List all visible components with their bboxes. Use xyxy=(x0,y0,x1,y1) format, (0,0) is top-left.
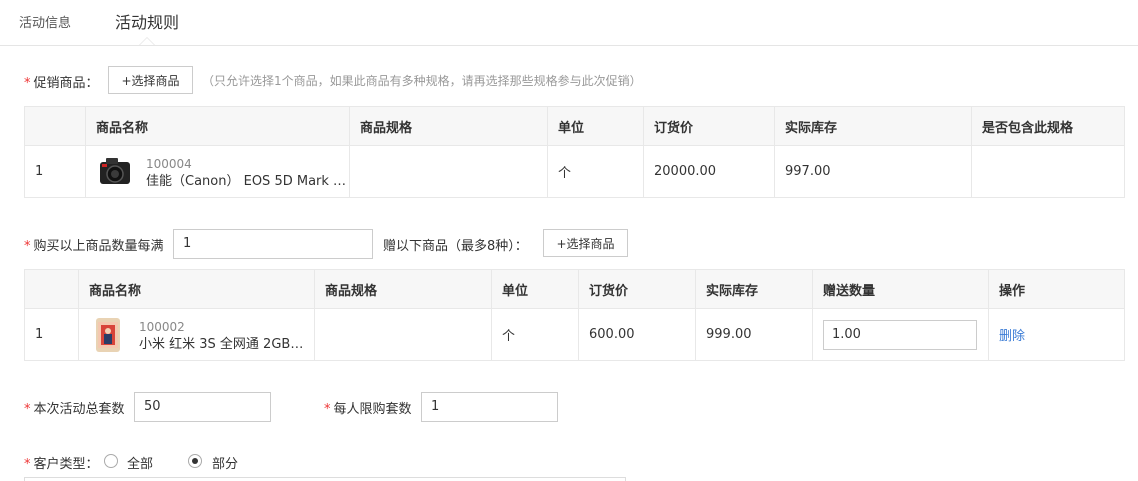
table-header-row: 商品名称 商品规格 单位 订货价 实际库存 赠送数量 操作 xyxy=(24,269,1125,309)
delete-link[interactable]: 删除 xyxy=(999,329,1025,344)
total-sets-label: * 本次活动总套数 xyxy=(24,402,125,417)
product-cell[interactable]: 100004 佳能（Canon） EOS 5D Mark … xyxy=(85,145,350,198)
column-header-stock: 实际库存 xyxy=(695,269,813,309)
radio-all[interactable] xyxy=(104,454,118,468)
product-code: 100002 xyxy=(139,319,185,334)
row-index: 1 xyxy=(24,308,79,361)
table-row: 1 100004 佳能（Canon） EOS 5D Mark … 个 20000… xyxy=(24,145,1125,198)
promo-products-hint: （只允许选择1个商品，如果此商品有多种规格，请再选择那些规格参与此次促销） xyxy=(202,74,642,88)
column-header-action: 操作 xyxy=(988,269,1125,309)
column-header-unit: 单位 xyxy=(491,269,579,309)
product-code: 100004 xyxy=(146,156,192,171)
promo-products-label: * 促销商品： xyxy=(24,76,99,91)
column-header-product-name: 商品名称 xyxy=(78,269,315,309)
active-tab-indicator xyxy=(139,37,155,45)
table-header-row: 商品名称 商品规格 单位 订货价 实际库存 是否包含此规格 xyxy=(24,106,1125,146)
per-person-limit-label: * 每人限购套数 xyxy=(324,402,412,417)
column-header-spec: 商品规格 xyxy=(349,106,548,146)
include-spec-cell[interactable] xyxy=(971,145,1125,198)
customer-type-label: * 客户类型： xyxy=(24,457,99,472)
column-header-price: 订货价 xyxy=(643,106,775,146)
product-spec xyxy=(349,145,548,198)
gift-products-table: 商品名称 商品规格 单位 订货价 实际库存 赠送数量 操作 1 100002 小… xyxy=(24,269,1125,361)
product-name: 小米 红米 3S 全网通 2GB… xyxy=(139,336,304,352)
total-sets-input[interactable]: 50 xyxy=(134,392,271,422)
radio-partial-label[interactable]: 部分 xyxy=(212,453,238,472)
gift-threshold-label: * 购买以上商品数量每满 xyxy=(24,239,164,254)
column-header-include-spec: 是否包含此规格 xyxy=(971,106,1125,146)
select-promo-product-button[interactable]: +选择商品 xyxy=(108,66,193,94)
product-price: 600.00 xyxy=(578,308,696,361)
phone-product-thumbnail xyxy=(96,318,120,352)
radio-all-label[interactable]: 全部 xyxy=(127,453,153,472)
promo-products-table: 商品名称 商品规格 单位 订货价 实际库存 是否包含此规格 1 100004 佳… xyxy=(24,106,1125,198)
column-header-product-name: 商品名称 xyxy=(85,106,350,146)
select-gift-product-button[interactable]: +选择商品 xyxy=(543,229,628,257)
tab-activity-info[interactable]: 活动信息 xyxy=(19,12,71,31)
per-person-limit-input[interactable]: 1 xyxy=(421,392,558,422)
tab-bar: 活动信息 活动规则 xyxy=(0,0,1138,46)
column-header-gift-quantity: 赠送数量 xyxy=(812,269,989,309)
product-stock: 997.00 xyxy=(774,145,972,198)
product-spec xyxy=(314,308,492,361)
product-name: 佳能（Canon） EOS 5D Mark … xyxy=(146,173,347,189)
action-cell: 删除 xyxy=(988,308,1125,361)
product-unit: 个 xyxy=(547,145,644,198)
column-header-price: 订货价 xyxy=(578,269,696,309)
column-header-stock: 实际库存 xyxy=(774,106,972,146)
table-row: 1 100002 小米 红米 3S 全网通 2GB… 个 600.00 999.… xyxy=(24,308,1125,361)
column-header-spec: 商品规格 xyxy=(314,269,492,309)
camera-product-thumbnail xyxy=(100,158,130,184)
product-unit: 个 xyxy=(491,308,579,361)
column-header xyxy=(24,269,79,309)
gift-products-label: 赠以下商品（最多8种）： xyxy=(383,239,528,254)
gift-quantity-input[interactable]: 1.00 xyxy=(823,319,977,350)
column-header-unit: 单位 xyxy=(547,106,644,146)
product-price: 20000.00 xyxy=(643,145,775,198)
customer-list-box xyxy=(24,477,626,481)
radio-partial[interactable] xyxy=(188,454,202,468)
row-index: 1 xyxy=(24,145,86,198)
column-header xyxy=(24,106,86,146)
product-cell[interactable]: 100002 小米 红米 3S 全网通 2GB… xyxy=(78,308,315,361)
tab-activity-rules[interactable]: 活动规则 xyxy=(115,9,179,33)
gift-threshold-input[interactable]: 1 xyxy=(173,229,373,259)
gift-quantity-cell: 1.00 xyxy=(812,308,989,361)
product-stock: 999.00 xyxy=(695,308,813,361)
